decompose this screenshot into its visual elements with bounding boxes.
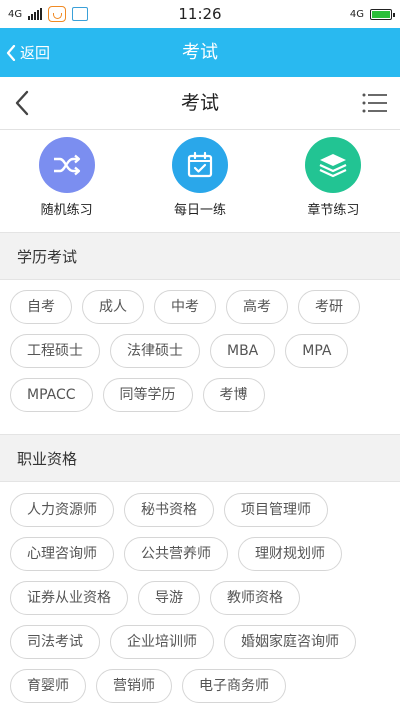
exam-tag[interactable]: 项目管理师: [224, 493, 328, 527]
exam-tag[interactable]: MPACC: [10, 378, 93, 412]
daily-practice-button[interactable]: 每日一练: [133, 130, 266, 227]
exam-tag[interactable]: 秘书资格: [124, 493, 214, 527]
chevron-left-icon[interactable]: [14, 90, 30, 116]
notification-app-icon: [48, 6, 67, 22]
exam-tag[interactable]: 同等学历: [102, 378, 193, 412]
exam-tag[interactable]: 自考: [10, 290, 72, 324]
tag-list-education: 自考 成人 中考 高考 考研工程硕士 法律硕士 MBA MPA MPACC 同等学历 考博: [10, 290, 396, 412]
chevron-left-icon: [6, 44, 16, 61]
exam-tag[interactable]: 成人: [82, 290, 144, 324]
nav-title: 考试: [180, 92, 219, 114]
quick-action-label: 随机练习: [40, 203, 93, 218]
exam-tag[interactable]: 法律硕士: [110, 334, 200, 368]
exam-tag[interactable]: 证券从业资格: [10, 581, 128, 615]
exam-tag[interactable]: 考研: [298, 290, 360, 324]
section-header: 学历考试: [0, 232, 400, 280]
network-type-right: 4G: [349, 8, 364, 20]
random-practice-button[interactable]: 随机练习: [0, 130, 133, 227]
menu-icon[interactable]: [362, 92, 388, 114]
exam-tag[interactable]: 公共营养师: [124, 537, 228, 571]
page-title: 考试: [182, 42, 218, 63]
exam-tag[interactable]: 高考: [226, 290, 288, 324]
exam-tag[interactable]: 考博: [202, 378, 265, 412]
nav-bar: 考试: [0, 77, 400, 130]
back-button[interactable]: 返回: [6, 28, 50, 77]
section-title: 学历考试: [17, 248, 78, 266]
exam-tag[interactable]: 婚姻家庭咨询师: [224, 625, 356, 659]
exam-tag[interactable]: MPA: [285, 334, 349, 368]
quick-actions: 随机练习 每日一练 章节练习: [0, 130, 400, 227]
layers-icon: [305, 137, 362, 193]
exam-tag[interactable]: 电子商务师: [182, 669, 286, 703]
exam-tag[interactable]: 人力资源师: [10, 493, 114, 527]
section-title: 职业资格: [17, 450, 78, 468]
exam-tag[interactable]: 导游: [138, 581, 200, 615]
network-type-label: 4G: [8, 8, 23, 20]
calendar-check-icon: [171, 137, 228, 193]
back-label: 返回: [20, 44, 51, 62]
signal-icon: [28, 8, 43, 20]
gallery-notification-icon: [72, 7, 89, 21]
battery-icon: [370, 8, 395, 20]
exam-tag[interactable]: 心理咨询师: [10, 537, 114, 571]
exam-tag[interactable]: 司法考试: [10, 625, 100, 659]
exam-tag[interactable]: 企业培训师: [110, 625, 214, 659]
shuffle-icon: [38, 137, 95, 193]
tag-list-professional: 人力资源师 秘书资格 项目管理师心理咨询师 公共营养师 理财规划师证券从业资格 导游 教师资…: [10, 493, 396, 703]
app-title-bar: 返回 考试: [0, 28, 400, 77]
exam-tag[interactable]: 营销师: [96, 669, 172, 703]
exam-tag[interactable]: 理财规划师: [238, 537, 342, 571]
chapter-practice-button[interactable]: 章节练习: [267, 130, 400, 227]
exam-tag[interactable]: 育婴师: [10, 669, 86, 703]
exam-tag[interactable]: 中考: [154, 290, 216, 324]
section-header: 职业资格: [0, 434, 400, 482]
quick-action-label: 章节练习: [307, 203, 360, 218]
exam-tag[interactable]: MBA: [210, 334, 276, 368]
status-bar: 4G 11:26 4G: [0, 0, 400, 28]
exam-tag[interactable]: 教师资格: [210, 581, 300, 615]
exam-tag[interactable]: 工程硕士: [10, 334, 100, 368]
quick-action-label: 每日一练: [173, 203, 226, 218]
